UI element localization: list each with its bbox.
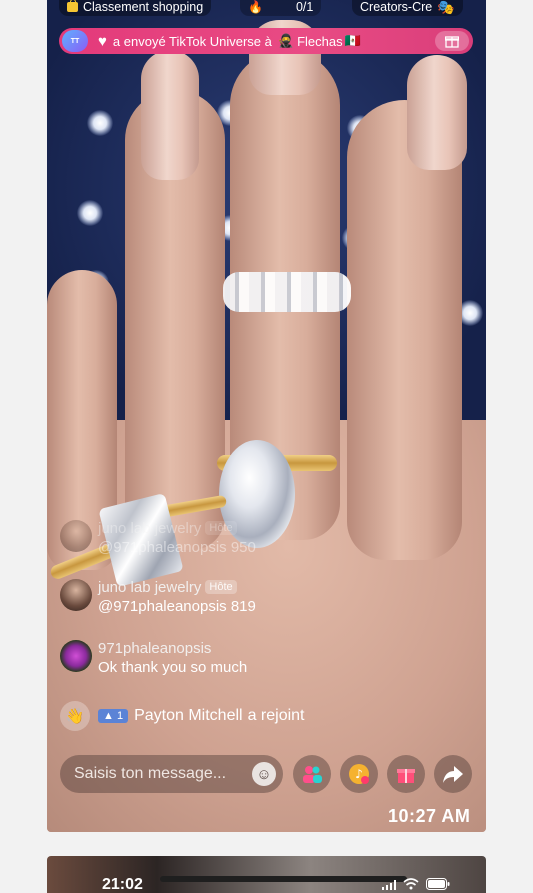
timestamp: 10:27 AM bbox=[388, 806, 471, 826]
share-arrow-icon bbox=[443, 766, 463, 783]
shopping-ranking-pill[interactable]: Classement shopping bbox=[59, 0, 212, 16]
fingernail bbox=[407, 55, 467, 170]
creator-avatar-icon: 🎭 bbox=[437, 0, 455, 15]
tiktok-universe-badge-icon: TT bbox=[62, 30, 88, 52]
comment-text: @971phaleanopsis 819 bbox=[98, 598, 256, 615]
gift-box-button[interactable] bbox=[435, 31, 469, 51]
battery-icon bbox=[426, 878, 450, 890]
ninja-avatar-icon: 🥷 bbox=[277, 33, 295, 48]
wifi-icon bbox=[403, 878, 419, 890]
comment-author[interactable]: juno lab jewelry bbox=[98, 520, 201, 537]
gift-button[interactable] bbox=[387, 755, 425, 793]
chat-comment[interactable]: juno lab jewelry Hôte @971phaleanopsis 81… bbox=[60, 579, 256, 615]
display-diamond bbox=[77, 200, 103, 226]
counter-pill[interactable]: 🔥 0/1 bbox=[240, 0, 322, 16]
gift-recipient: Flechas bbox=[297, 33, 343, 49]
tiktok-effects-button[interactable]: ♪ bbox=[340, 755, 378, 793]
gift-box-icon bbox=[397, 769, 415, 783]
comment-author[interactable]: juno lab jewelry bbox=[98, 579, 201, 596]
emoji-button[interactable]: ☺ bbox=[252, 762, 276, 786]
host-badge: Hôte bbox=[205, 521, 237, 535]
level-badge: ▲ 1 bbox=[98, 709, 129, 723]
status-icons bbox=[382, 878, 450, 890]
fingernail bbox=[141, 50, 199, 180]
flame-icon: 🔥 bbox=[248, 0, 263, 14]
heart-icon: ♥ bbox=[98, 32, 107, 50]
message-input[interactable]: Saisis ton message... ☺ bbox=[60, 755, 283, 793]
creators-label: Creators-Cre bbox=[360, 0, 433, 14]
next-post-preview[interactable]: 21:02 bbox=[47, 856, 486, 893]
gift-icon bbox=[445, 36, 459, 48]
creators-pill[interactable]: Creators-Cre 🎭 bbox=[352, 0, 463, 16]
chat-comment[interactable]: juno lab jewelry Hôte @971phaleanopsis 95… bbox=[60, 520, 256, 556]
people-icon bbox=[303, 766, 322, 783]
gift-notification-banner[interactable]: TT ♥ a envoyé TikTok Universe à 🥷 Flecha… bbox=[59, 28, 473, 54]
mexico-flag-icon: 🇲🇽 bbox=[344, 33, 361, 48]
signal-icon bbox=[382, 880, 396, 890]
avatar[interactable] bbox=[60, 579, 92, 611]
counter-value: 0/1 bbox=[295, 0, 314, 14]
shopping-bag-icon bbox=[67, 0, 78, 12]
share-button[interactable] bbox=[434, 755, 472, 793]
display-diamond bbox=[87, 110, 113, 136]
comment-text: @971phaleanopsis 950 bbox=[98, 539, 256, 556]
wave-hand-icon[interactable]: 👋 bbox=[60, 701, 90, 731]
joined-user[interactable]: Payton Mitchell bbox=[134, 707, 243, 725]
join-notification: 👋 ▲ 1 Payton Mitchell a rejoint bbox=[60, 701, 305, 731]
chat-comment[interactable]: 971phaleanopsis Ok thank you so much bbox=[60, 640, 247, 676]
guests-button[interactable] bbox=[293, 755, 331, 793]
comment-text: Ok thank you so much bbox=[98, 659, 248, 676]
join-action: a rejoint bbox=[247, 707, 305, 724]
eternity-band-ring bbox=[223, 272, 351, 312]
gift-message: a envoyé TikTok Universe à bbox=[112, 33, 272, 49]
shopping-ranking-label: Classement shopping bbox=[83, 0, 204, 14]
home-indicator bbox=[160, 876, 407, 882]
smiley-icon: ☺ bbox=[256, 765, 272, 783]
avatar[interactable] bbox=[60, 640, 92, 672]
avatar[interactable] bbox=[60, 520, 92, 552]
message-placeholder: Saisis ton message... bbox=[74, 765, 227, 782]
tiktok-music-icon: ♪ bbox=[349, 764, 369, 784]
comment-author[interactable]: 971phaleanopsis bbox=[98, 640, 247, 657]
status-bar-time: 21:02 bbox=[102, 876, 143, 893]
host-badge: Hôte bbox=[205, 580, 237, 594]
